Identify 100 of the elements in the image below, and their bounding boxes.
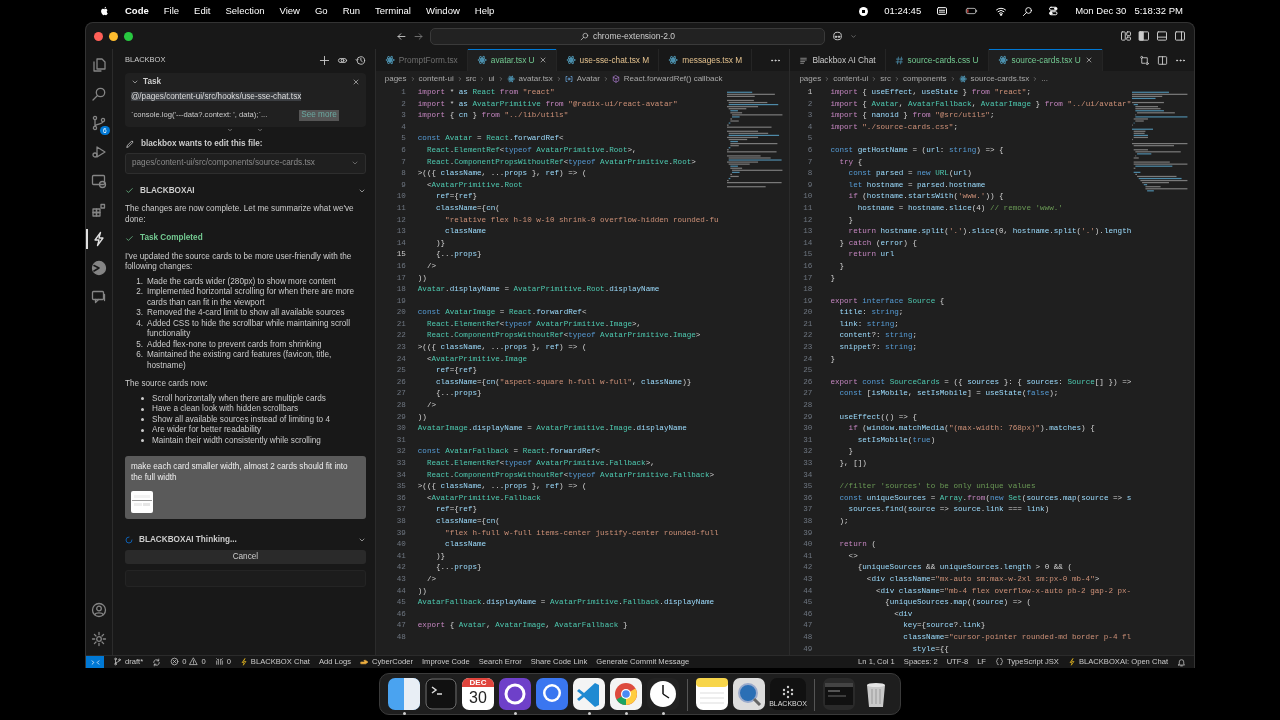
ring-icon[interactable]: [499, 678, 531, 710]
close-icon[interactable]: [351, 78, 360, 87]
menu-item[interactable]: Help: [474, 3, 495, 19]
chevron-icon: [949, 75, 956, 82]
list-item-text: Scroll horizontally when there are multiple cards: [152, 393, 326, 404]
control-center-icon[interactable]: [1048, 5, 1061, 17]
breadcrumb-item[interactable]: avatar.tsx: [506, 72, 553, 85]
extensions-icon: [91, 202, 107, 218]
history-icon[interactable]: [354, 54, 366, 66]
calendar-icon[interactable]: DEC 30: [462, 678, 494, 710]
calendar-day: 30: [469, 687, 487, 709]
check-icon: [125, 186, 134, 196]
wifi-icon[interactable]: [995, 5, 1008, 17]
menu-item[interactable]: File: [163, 3, 180, 19]
command-search-field[interactable]: chrome-extension-2.0: [430, 27, 825, 45]
explorer-icon: [91, 57, 107, 73]
sidebar-toggle-icon[interactable]: [1138, 30, 1150, 42]
secondary-sidebar-icon[interactable]: [1174, 30, 1186, 42]
menu-item[interactable]: Go: [314, 3, 328, 19]
bullet-icon: [141, 418, 144, 422]
record-icon[interactable]: [858, 5, 870, 17]
warning-icon: [189, 657, 199, 667]
braces-icon: [995, 657, 1004, 667]
chat-icon: [91, 289, 107, 305]
back-arrow-icon[interactable]: [396, 30, 407, 42]
app-menu[interactable]: Code: [125, 3, 149, 19]
breadcrumb-item[interactable]: ...: [1041, 72, 1048, 85]
remote-icon: [91, 173, 107, 189]
breadcrumb-item[interactable]: src: [465, 72, 477, 85]
sync-icon[interactable]: [152, 657, 162, 667]
split-square-icon[interactable]: [388, 678, 420, 710]
message-text: The changes are now complete. Let me summarize what we've done:: [125, 204, 355, 225]
menu-item[interactable]: Edit: [194, 3, 211, 19]
list-item-text: Implemented horizontal scrolling for when there are more cards than can fit in the viewport: [147, 287, 356, 308]
list-number: 3.: [135, 308, 143, 319]
cancel-button[interactable]: Cancel: [125, 549, 366, 564]
notes-icon[interactable]: [696, 678, 728, 710]
close-window-button[interactable]: [94, 31, 103, 41]
breadcrumb-item[interactable]: content-ui: [418, 72, 454, 85]
apple-logo-icon[interactable]: [99, 5, 110, 17]
cube-icon: [611, 74, 620, 83]
panel-toggle-icon[interactable]: [1156, 30, 1168, 42]
check-icon: [125, 233, 134, 243]
chevron-icon: [497, 75, 504, 82]
layout-icon[interactable]: [1120, 30, 1132, 42]
list-item-text: Maintain their width consistently while scrolling: [152, 435, 321, 446]
dot-grid-icon: [780, 684, 796, 700]
list-number: 2.: [135, 287, 143, 298]
breadcrumb-item[interactable]: source-cards.tsx: [958, 72, 1030, 85]
menu-item[interactable]: Selection: [225, 3, 265, 19]
menu-item[interactable]: Window: [426, 3, 460, 19]
atom-icon: [476, 55, 487, 65]
thinking-status: BLACKBOXAI Thinking...: [139, 535, 238, 546]
breadcrumb-item[interactable]: pages: [799, 72, 822, 85]
workspace-name: chrome-extension-2.0: [592, 29, 676, 43]
list-item-text: Maintained the existing card features (favicon, title, hostname): [147, 350, 333, 371]
atom-icon: [384, 55, 395, 65]
breadcrumb-item[interactable]: src: [880, 72, 891, 85]
editor-tab[interactable]: avatar.tsx U: [467, 49, 557, 71]
breadcrumb-item[interactable]: components: [903, 72, 947, 85]
atom-icon: [997, 55, 1008, 65]
chevron-icon[interactable]: [227, 126, 234, 133]
search-icon[interactable]: [1022, 5, 1034, 17]
chevron-icon: [894, 75, 900, 82]
split-editor-icon[interactable]: [1157, 54, 1168, 66]
code-editor-icon[interactable]: [573, 678, 605, 710]
menu-item[interactable]: View: [279, 3, 300, 19]
compare-icon[interactable]: [1139, 54, 1150, 66]
display-icon[interactable]: [936, 5, 949, 17]
breadcrumb-item[interactable]: React.forwardRef() callback: [611, 72, 723, 85]
forward-arrow-icon[interactable]: [413, 30, 424, 42]
file-dropdown[interactable]: pages/content-ui/src/components/source-cards.tsx: [125, 153, 366, 174]
branch-icon: [113, 657, 122, 667]
browser-icon[interactable]: [610, 678, 642, 710]
message-text: I've updated the source cards to be more user-friendly with the following changes:: [125, 251, 353, 273]
list-item-text: Have a clean look with hidden scrollbars: [152, 404, 299, 415]
menu-item[interactable]: Terminal: [375, 3, 411, 19]
bullet-icon: [141, 407, 144, 411]
menu-item[interactable]: Run: [342, 3, 361, 19]
breadcrumb-item[interactable]: content-ui: [833, 72, 869, 85]
list-item-text: Show all available sources instead of limiting to 4: [152, 414, 330, 425]
plus-icon[interactable]: [318, 54, 330, 66]
bell-icon[interactable]: [1177, 657, 1186, 667]
remote-button[interactable]: [86, 655, 104, 668]
hash-icon: [894, 55, 904, 65]
maximize-window-button[interactable]: [124, 31, 133, 41]
close-icon: [1084, 56, 1093, 64]
breadcrumb-item[interactable]: Avatar: [564, 72, 600, 85]
minimize-window-button[interactable]: [109, 31, 118, 41]
list-item-text: Are wider for better readability: [152, 425, 262, 436]
breadcrumb-item[interactable]: ui: [488, 72, 495, 85]
magnifier-app-icon[interactable]: [733, 678, 765, 710]
chevron-icon: [479, 75, 486, 82]
edit-request-label: blackbox wants to edit this file:: [141, 138, 263, 149]
breadcrumb-item[interactable]: pages: [384, 72, 407, 85]
chevron-icon[interactable]: [257, 126, 264, 133]
editor-tab[interactable]: source-cards.tsx U: [988, 49, 1103, 71]
terminal-icon[interactable]: [425, 678, 457, 710]
variable-icon: [564, 74, 573, 83]
clock-icon[interactable]: [647, 678, 679, 710]
